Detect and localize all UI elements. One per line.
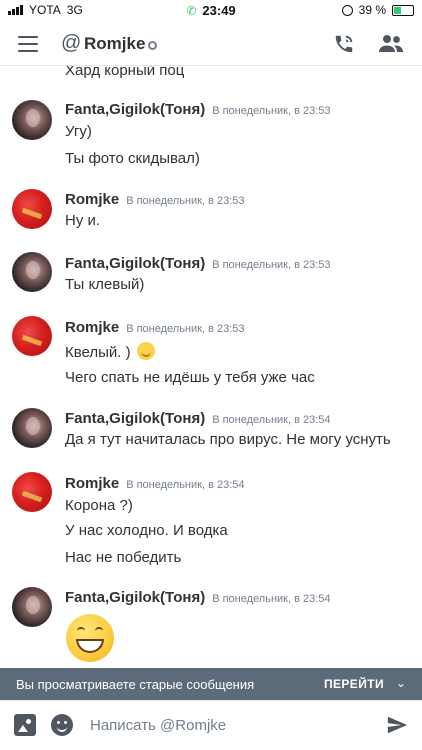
emoji-picker-icon[interactable] (51, 714, 73, 736)
message-text: У нас холодно. И водка (65, 522, 228, 539)
author-name[interactable]: Fanta,Gigilok(Тоня) (65, 255, 205, 272)
message-text: Ты фото скидывал) (65, 150, 200, 167)
relieved-face-icon (136, 342, 155, 360)
message-header: Fanta,Gigilok(Тоня) В понедельник, в 23:5… (65, 410, 331, 428)
message-text: Да я тут начиталась про вирус. Не могу у… (65, 431, 391, 448)
battery-percent: 39 % (358, 3, 386, 17)
status-offline-icon (148, 41, 157, 50)
chevron-down-icon[interactable]: ⌄ (396, 676, 406, 690)
avatar[interactable] (12, 472, 52, 512)
message-header: Romjke В понедельник, в 23:53 (65, 191, 245, 209)
message-header: Romjke В понедельник, в 23:53 (65, 319, 245, 337)
status-bar: YOTA 3G ✆ 23:49 39 % (0, 0, 422, 20)
jump-to-present-button[interactable]: ПЕРЕЙТИ (324, 677, 384, 691)
message-text: Чего спать не идёшь у тебя уже час (65, 369, 315, 386)
message-text: Ну и. (65, 212, 101, 229)
grinning-face-icon (66, 614, 114, 662)
author-name[interactable]: Fanta,Gigilok(Тоня) (65, 101, 205, 118)
message-timestamp: В понедельник, в 23:54 (212, 593, 331, 605)
message-text: Хард корный поц (65, 66, 185, 79)
message-line: Квелый. ) (65, 342, 155, 361)
message-timestamp: В понедельник, в 23:53 (212, 105, 331, 117)
gallery-icon[interactable] (14, 714, 36, 736)
battery-icon (392, 4, 414, 16)
menu-icon[interactable] (18, 36, 38, 52)
members-icon[interactable] (378, 34, 404, 54)
channel-title: Romjke (84, 34, 146, 53)
avatar[interactable] (12, 408, 52, 448)
message-composer (0, 700, 422, 750)
message-header: Fanta,Gigilok(Тоня) В понедельник, в 23:5… (65, 255, 331, 273)
author-name[interactable]: Romjke (65, 319, 119, 336)
status-right: 39 % (341, 3, 414, 17)
message-text: Угу) (65, 123, 92, 140)
old-messages-bar[interactable]: Вы просматриваете старые сообщения ПЕРЕЙ… (0, 668, 422, 700)
message-timestamp: В понедельник, в 23:54 (126, 479, 245, 491)
message-text: Ты клевый) (65, 276, 145, 293)
status-time: 23:49 (202, 3, 236, 18)
avatar[interactable] (12, 100, 52, 140)
at-icon: @ (61, 32, 82, 54)
rotation-lock-icon (341, 4, 353, 16)
avatar[interactable] (12, 587, 52, 627)
message-text: Нас не победить (65, 549, 182, 566)
phone-icon: ✆ (186, 4, 197, 18)
message-timestamp: В понедельник, в 23:53 (126, 195, 245, 207)
avatar[interactable] (12, 189, 52, 229)
message-header: Fanta,Gigilok(Тоня) В понедельник, в 23:5… (65, 101, 331, 119)
message-header: Fanta,Gigilok(Тоня) В понедельник, в 23:5… (65, 589, 331, 607)
message-text: Квелый. ) (65, 344, 131, 361)
message-timestamp: В понедельник, в 23:53 (126, 323, 245, 335)
call-icon[interactable] (333, 33, 355, 55)
channel-header: @ Romjke (0, 22, 422, 66)
author-name[interactable]: Fanta,Gigilok(Тоня) (65, 589, 205, 606)
message-text: Корона ?) (65, 497, 133, 514)
send-icon[interactable] (386, 714, 408, 736)
avatar[interactable] (12, 316, 52, 356)
author-name[interactable]: Romjke (65, 475, 119, 492)
message-timestamp: В понедельник, в 23:54 (212, 414, 331, 426)
avatar[interactable] (12, 252, 52, 292)
author-name[interactable]: Fanta,Gigilok(Тоня) (65, 410, 205, 427)
message-timestamp: В понедельник, в 23:53 (212, 259, 331, 271)
old-messages-text: Вы просматриваете старые сообщения (16, 677, 255, 692)
message-list[interactable]: Хард корный поц Fanta,Gigilok(Тоня) В пон… (0, 66, 422, 666)
battery-fill (394, 6, 401, 14)
message-input[interactable] (90, 710, 370, 740)
message-header: Romjke В понедельник, в 23:54 (65, 475, 245, 493)
author-name[interactable]: Romjke (65, 191, 119, 208)
